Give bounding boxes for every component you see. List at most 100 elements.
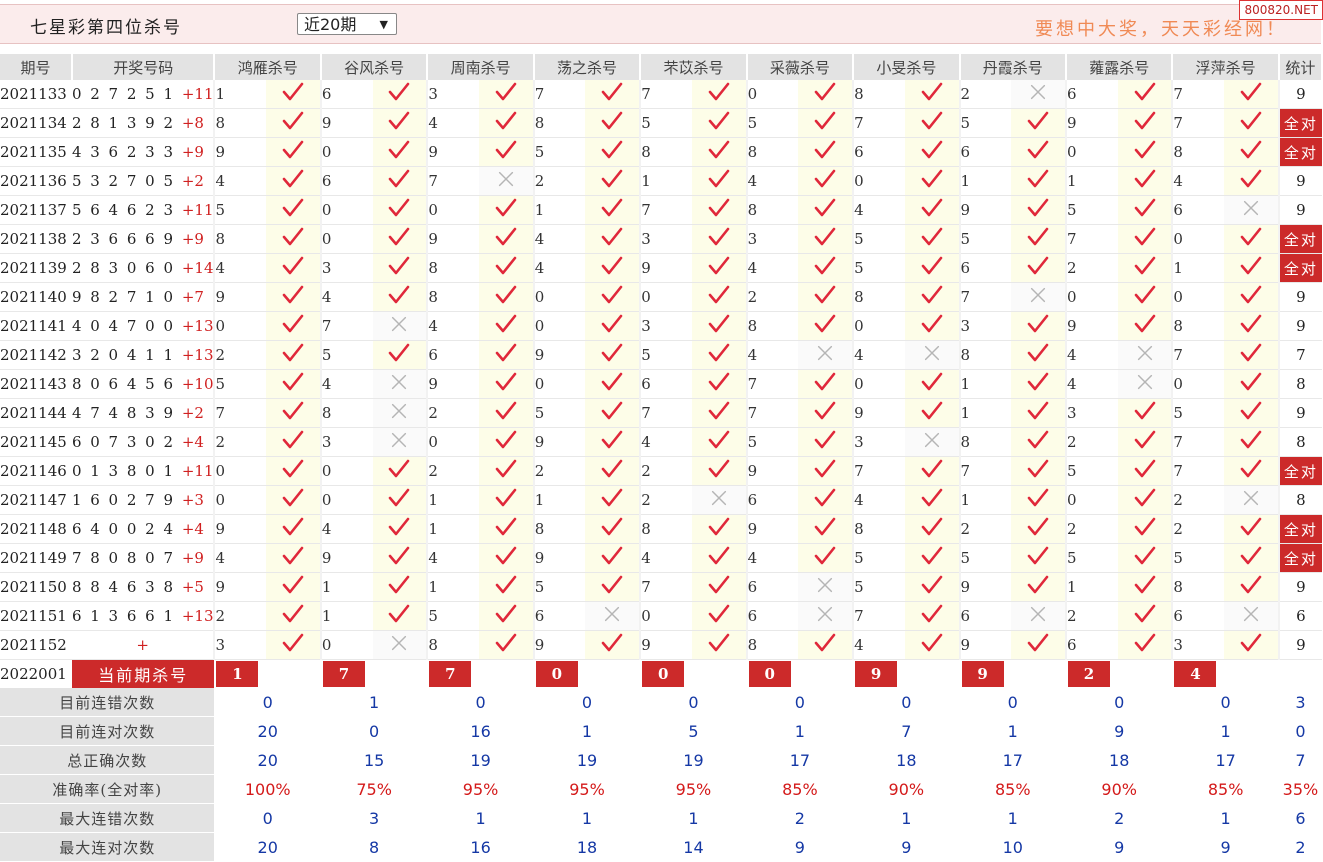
period-select[interactable]: 近20期 ▼ (297, 13, 397, 35)
summary-stat: 6 (1278, 803, 1322, 833)
current-kill-number: 9 (855, 661, 898, 687)
check-icon (602, 227, 623, 246)
hit-cell (479, 80, 534, 109)
summary-label: 最大连错次数 (0, 803, 215, 833)
kill-number: 6 (532, 601, 586, 631)
check-icon (282, 459, 304, 478)
check-icon (1027, 140, 1049, 159)
kill-number: 8 (532, 108, 586, 138)
hit-cell (1117, 601, 1173, 631)
check-icon (389, 488, 410, 507)
kill-number: 9 (958, 630, 1012, 660)
kill-number: 7 (852, 108, 905, 138)
current-kill-number: 4 (1174, 661, 1217, 687)
row-period: 2021150 (0, 572, 72, 602)
check-icon (708, 343, 730, 362)
check-icon (814, 198, 836, 217)
check-icon (921, 546, 942, 565)
draw-sum: +9 (181, 143, 204, 161)
kill-number: 5 (532, 398, 586, 428)
draw-numbers: 2 8 1 3 9 2 +8 (71, 108, 215, 138)
hit-cell (1224, 80, 1279, 109)
kill-number: 0 (1064, 485, 1118, 515)
kill-number: 7 (1171, 108, 1225, 138)
kill-number: 2 (1064, 427, 1118, 457)
hit-cell (691, 340, 747, 370)
kill-number: 6 (319, 166, 373, 196)
summary-value: 1 (640, 803, 747, 833)
check-icon (1240, 285, 1262, 304)
kill-number: 5 (958, 543, 1012, 573)
check-icon (1027, 459, 1049, 478)
hit-cell (372, 253, 428, 283)
kill-number: 7 (639, 398, 692, 428)
kill-number: 6 (1171, 601, 1225, 631)
stat-all-correct: 全对 (1277, 137, 1322, 167)
check-icon (602, 401, 623, 420)
kill-number: 5 (745, 427, 799, 457)
summary-value: 95% (427, 774, 534, 804)
kill-number: 6 (319, 80, 373, 109)
summary-value: 1 (746, 716, 854, 746)
kill-number: 7 (745, 398, 799, 428)
check-icon (921, 401, 942, 420)
hit-cell (266, 369, 321, 399)
check-icon (602, 575, 623, 594)
hit-cell (372, 340, 428, 370)
check-icon (602, 82, 623, 101)
table-row: 2021147 1 6 0 2 7 9 +3 0 0 1 1 2 6 4 1 0 2 8 (0, 485, 1322, 515)
hit-cell (479, 137, 534, 167)
kill-number: 4 (852, 630, 905, 660)
check-icon (389, 604, 410, 623)
check-icon (389, 140, 410, 159)
check-icon (389, 256, 410, 275)
hit-cell (1224, 543, 1279, 573)
hit-cell (479, 456, 534, 486)
check-icon (708, 517, 730, 536)
kill-number: 2 (426, 456, 480, 486)
check-icon (1027, 401, 1049, 420)
check-icon (708, 459, 730, 478)
check-icon (1240, 82, 1262, 101)
check-icon (1240, 227, 1262, 246)
table-row: 2021135 4 3 6 2 3 3 +9 9 0 9 5 8 8 6 6 0 8 全对 (0, 137, 1322, 167)
check-icon (602, 488, 623, 507)
current-kill-number: 1 (216, 661, 259, 687)
hit-cell (1224, 398, 1279, 428)
col-header-expert: 周南杀号 (427, 54, 535, 80)
check-icon (708, 633, 730, 652)
kill-number: 1 (1171, 253, 1225, 283)
kill-number: 5 (639, 340, 692, 370)
kill-number: 2 (958, 80, 1012, 109)
site-badge[interactable]: 800820.NET (1239, 0, 1323, 20)
summary-value: 0 (320, 716, 428, 746)
draw-digits: 5 3 2 7 0 5 (71, 172, 176, 190)
summary-value: 85% (746, 774, 854, 804)
hit-cell (479, 572, 534, 602)
check-icon (814, 285, 836, 304)
summary-value: 95% (533, 774, 641, 804)
stat-count: 8 (1277, 369, 1322, 399)
kill-number: 7 (319, 311, 373, 341)
check-icon (1027, 517, 1049, 536)
hit-cell (479, 369, 534, 399)
check-icon (389, 285, 410, 304)
kill-number: 3 (1064, 398, 1118, 428)
kill-number: 2 (1064, 601, 1118, 631)
check-icon (1027, 169, 1049, 188)
check-icon (1027, 227, 1049, 246)
hit-cell (479, 485, 534, 515)
miss-cell (798, 340, 854, 370)
hit-cell (266, 630, 321, 660)
check-icon (282, 256, 304, 275)
miss-cell (1224, 601, 1279, 631)
check-icon (495, 401, 517, 420)
summary-value: 0 (214, 803, 321, 833)
hit-cell (1117, 282, 1173, 312)
hit-cell (691, 108, 747, 138)
summary-value: 85% (959, 774, 1066, 804)
hit-cell (691, 282, 747, 312)
kill-number: 8 (958, 427, 1012, 457)
check-icon (1027, 343, 1049, 362)
check-icon (602, 372, 623, 391)
